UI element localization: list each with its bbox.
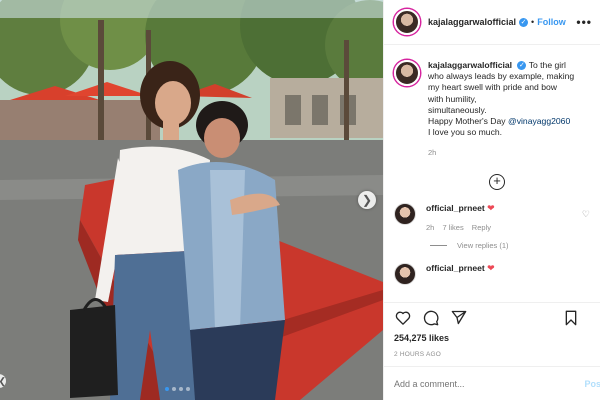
comment-item: official_prneet ❤ [384,250,600,285]
caption-text: simultaneously. [428,104,487,115]
comment-like-count[interactable]: 7 likes [442,223,463,232]
next-slide-button[interactable]: ❯ [358,191,376,209]
caption-text: who always leads by example, making [428,71,575,82]
caption-username[interactable]: kajalaggarwalofficial [428,60,512,70]
action-bar [384,303,600,331]
carousel-dot [186,387,190,391]
view-replies-link[interactable]: View replies (1) [384,241,600,250]
caption-text: my heart swell with pride and bow [428,82,557,93]
author-username[interactable]: kajalaggarwalofficial [428,17,516,27]
comments-list[interactable]: kajalaggarwalofficial ✓ To the girl who … [384,46,600,303]
comment-username[interactable]: official_prneet [426,263,485,273]
comment-heart-emoji: ❤ [487,262,495,273]
comment-item: official_prneet ❤ 2h 7 likes Reply ♡ [384,190,600,232]
caption-text: I love you so much. [428,127,503,138]
heart-icon[interactable] [395,310,411,330]
post-caption: kajalaggarwalofficial ✓ To the girl who … [384,46,600,159]
separator: • [531,17,535,27]
more-options-button[interactable]: ••• [576,15,592,29]
post-comment-button[interactable]: Post [584,379,600,389]
divider [430,244,447,246]
avatar[interactable] [394,60,420,86]
share-icon[interactable] [451,310,467,330]
follow-button[interactable]: Follow [537,17,566,27]
post-timestamp[interactable]: 2 HOURS AGO [384,351,600,358]
reply-button[interactable]: Reply [472,223,491,232]
carousel-dot [179,387,183,391]
photo-scene [0,0,383,400]
carousel-indicator [165,387,190,391]
prev-slide-button[interactable]: ❮ [0,374,6,388]
post-header: kajalaggarwalofficial ✓ • Follow ••• [384,0,600,45]
comment-like-heart-icon[interactable]: ♡ [582,209,590,220]
caption-text: Happy Mother's Day [428,116,506,127]
comment-icon[interactable] [423,310,439,331]
like-count[interactable]: 254,275 likes [384,333,600,343]
comment-username[interactable]: official_prneet [426,203,485,213]
caption-timestamp[interactable]: 2h [428,147,590,158]
add-comment-input[interactable] [394,378,590,389]
chevron-right-icon: ❯ [361,193,373,207]
carousel-dot [165,387,169,391]
post-photo[interactable]: ❯ ❮ [0,0,383,400]
plus-circle-icon[interactable]: + [489,173,505,190]
verified-badge-icon: ✓ [519,17,529,27]
chevron-left-icon: ❮ [0,376,6,386]
bookmark-icon[interactable] [564,310,578,331]
post-actions-area: 254,275 likes 2 HOURS AGO [384,302,600,358]
verified-badge-icon: ✓ [517,61,527,71]
add-comment-bar: Post [384,366,600,400]
avatar[interactable] [394,262,416,285]
caption-text: To the girl [528,60,566,70]
comment-heart-emoji: ❤ [487,202,495,213]
view-replies-label: View replies (1) [457,240,509,250]
avatar[interactable] [394,9,420,35]
comment-timestamp[interactable]: 2h [426,223,434,232]
caption-text: with humility, [428,93,477,104]
caption-mention-link[interactable]: @vinayagg2060 [508,116,570,126]
post-side-panel: kajalaggarwalofficial ✓ • Follow ••• kaj… [383,0,600,400]
avatar[interactable] [394,202,416,225]
carousel-dot [172,387,176,391]
